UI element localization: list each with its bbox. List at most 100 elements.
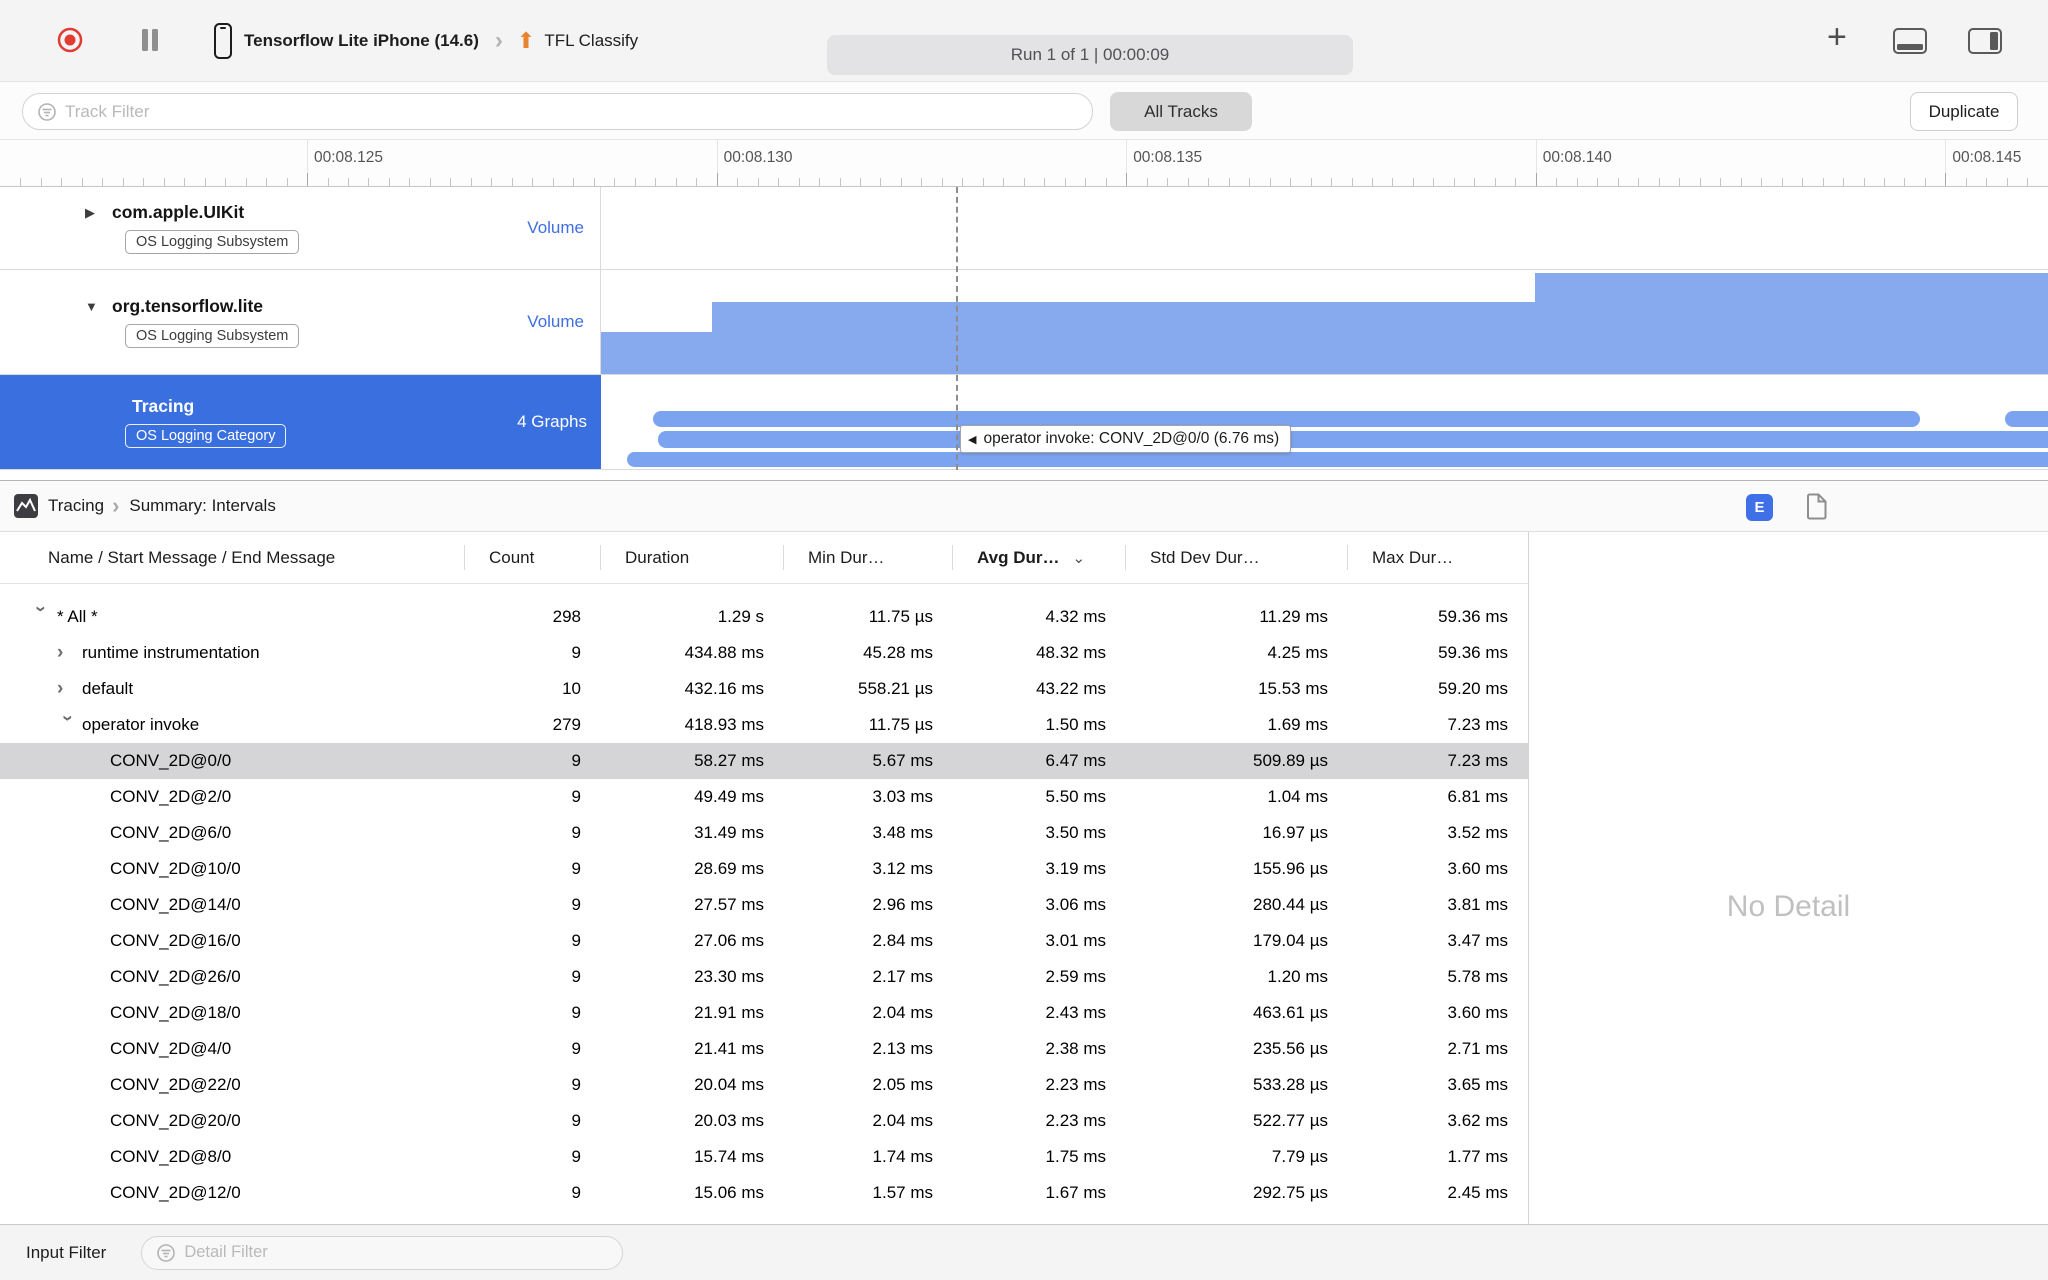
ruler-tick xyxy=(982,178,984,186)
row-value-cell: 463.61 µs xyxy=(1252,1003,1328,1022)
column-header-std-dev-dur[interactable]: Std Dev Dur… xyxy=(1126,532,1348,583)
column-header-avg-dur[interactable]: Avg Dur… ⌄ xyxy=(953,532,1126,583)
table-row[interactable]: › operator invoke 279 418.93 ms 11.75 µs 1.50… xyxy=(0,707,1528,743)
table-row[interactable]: CONV_2D@12/0 9 15.06 ms 1.57 ms 1.67 ms 292.7… xyxy=(0,1175,1528,1211)
table-row[interactable]: CONV_2D@20/0 9 20.03 ms 2.04 ms 2.23 ms 522.7… xyxy=(0,1103,1528,1139)
device-name: Tensorflow Lite iPhone (14.6) xyxy=(244,31,479,50)
ruler-tick xyxy=(225,178,227,186)
track-row-uikit[interactable]: ▶ com.apple.UIKit OS Logging Subsystem V… xyxy=(0,187,2048,270)
interval-bar[interactable] xyxy=(2005,411,2048,427)
column-header-count[interactable]: Count xyxy=(465,532,601,583)
column-header-duration[interactable]: Duration xyxy=(601,532,784,583)
ruler-tick xyxy=(450,178,452,186)
table-row[interactable]: CONV_2D@18/0 9 21.91 ms 2.04 ms 2.43 ms 463.6… xyxy=(0,995,1528,1031)
row-value-cell: 9 xyxy=(571,787,581,806)
document-icon[interactable] xyxy=(1806,493,1828,523)
disclosure-triangle-icon[interactable]: ▶ xyxy=(85,205,112,221)
ruler-tick xyxy=(286,178,288,186)
record-button[interactable] xyxy=(56,26,84,57)
track-canvas-uikit[interactable] xyxy=(601,187,2048,269)
table-row[interactable]: CONV_2D@10/0 9 28.69 ms 3.12 ms 3.19 ms 155.9… xyxy=(0,851,1528,887)
timeline-ruler[interactable]: 00:08.125 00:08.130 00:08.135 00:08.140 00:0… xyxy=(0,140,2048,187)
detail-filter-input[interactable] xyxy=(184,1243,609,1262)
ruler-tick xyxy=(1003,178,1005,186)
row-value-cell: 279 xyxy=(552,715,581,734)
disclosure-triangle-icon[interactable]: ▼ xyxy=(85,299,112,314)
table-header-row: Name / Start Message / End Message Count D… xyxy=(0,532,1528,584)
breadcrumb-root[interactable]: Tracing xyxy=(48,496,104,516)
table-row[interactable]: › default 10 432.16 ms 558.21 µs 43.22 ms 15.5… xyxy=(0,671,1528,707)
table-row[interactable]: CONV_2D@14/0 9 27.57 ms 2.96 ms 3.06 ms 280.4… xyxy=(0,887,1528,923)
ruler-tick xyxy=(143,178,145,186)
playhead-line[interactable] xyxy=(956,187,958,470)
row-value-cell: 2.23 ms xyxy=(1045,1075,1106,1094)
table-row[interactable]: CONV_2D@16/0 9 27.06 ms 2.84 ms 3.01 ms 179.0… xyxy=(0,923,1528,959)
row-value-cell: 27.06 ms xyxy=(694,931,764,950)
column-header-name-start-message-end-message[interactable]: Name / Start Message / End Message xyxy=(0,532,465,583)
table-row[interactable]: › runtime instrumentation 9 434.88 ms 45.28 … xyxy=(0,635,1528,671)
volume-area-step xyxy=(712,302,1535,374)
device-selector[interactable]: Tensorflow Lite iPhone (14.6) xyxy=(212,22,479,60)
ruler-tick xyxy=(655,178,657,186)
disclosure-chevron[interactable]: › xyxy=(56,715,78,740)
add-instrument-button[interactable]: + xyxy=(1827,18,1847,57)
row-value-cell: 298 xyxy=(552,607,581,626)
row-value-cell: 3.19 ms xyxy=(1045,859,1106,878)
right-pane-toggle-icon[interactable] xyxy=(1968,28,2002,57)
row-value-cell: 4.25 ms xyxy=(1267,643,1328,662)
track-canvas-volume[interactable] xyxy=(601,270,2048,374)
target-selector[interactable]: ⬆ TFL Classify xyxy=(517,30,638,52)
table-row[interactable]: CONV_2D@26/0 9 23.30 ms 2.17 ms 2.59 ms 1.20 … xyxy=(0,959,1528,995)
bottom-pane-toggle-icon[interactable] xyxy=(1893,28,1927,57)
track-filter-field[interactable] xyxy=(22,93,1093,130)
track-canvas-tracing[interactable] xyxy=(601,375,2048,469)
row-value-cell: 31.49 ms xyxy=(694,823,764,842)
disclosure-chevron[interactable]: › xyxy=(57,678,82,700)
pause-button[interactable] xyxy=(140,28,160,55)
table-row[interactable]: › * All * 298 1.29 s 11.75 µs 4.32 ms 11.29 ms… xyxy=(0,599,1528,635)
ruler-tick xyxy=(1761,178,1763,186)
table-row[interactable]: CONV_2D@2/0 9 49.49 ms 3.03 ms 5.50 ms 1.04 m… xyxy=(0,779,1528,815)
row-value-cell: 155.96 µs xyxy=(1252,859,1328,878)
detail-filter-field[interactable] xyxy=(141,1235,624,1270)
interval-bar[interactable] xyxy=(627,452,2048,467)
row-name-cell: CONV_2D@6/0 xyxy=(0,815,465,851)
row-value-cell: 1.77 ms xyxy=(1447,1147,1508,1166)
row-value-cell: 1.67 ms xyxy=(1045,1183,1106,1202)
column-header-min-dur[interactable]: Min Dur… xyxy=(784,532,953,583)
table-row[interactable]: CONV_2D@0/0 9 58.27 ms 5.67 ms 6.47 ms 509.89… xyxy=(0,743,1528,779)
row-value-cell: 15.06 ms xyxy=(694,1183,764,1202)
table-row[interactable]: CONV_2D@22/0 9 20.04 ms 2.05 ms 2.23 ms 533.2… xyxy=(0,1067,1528,1103)
interval-bar[interactable] xyxy=(658,431,2048,448)
row-name-cell: CONV_2D@12/0 xyxy=(0,1175,465,1211)
row-value-cell: 3.48 ms xyxy=(872,823,933,842)
track-filter-input[interactable] xyxy=(65,101,1078,122)
column-header-max-dur[interactable]: Max Dur… xyxy=(1348,532,1528,583)
breadcrumb-page[interactable]: Summary: Intervals xyxy=(129,496,275,516)
ruler-tick xyxy=(593,178,595,186)
ruler-tick xyxy=(1453,178,1455,186)
row-value-cell: 21.41 ms xyxy=(694,1039,764,1058)
ruler-tick xyxy=(532,178,534,186)
row-value-cell: 5.67 ms xyxy=(872,751,933,770)
table-row[interactable]: CONV_2D@6/0 9 31.49 ms 3.48 ms 3.50 ms 16.97 … xyxy=(0,815,1528,851)
table-row[interactable]: CONV_2D@8/0 9 15.74 ms 1.74 ms 1.75 ms 7.79 µ… xyxy=(0,1139,1528,1175)
row-value-cell: 1.04 ms xyxy=(1267,787,1328,806)
duplicate-button[interactable]: Duplicate xyxy=(1910,92,2018,131)
row-value-cell: 28.69 ms xyxy=(694,859,764,878)
track-row-tensorflow[interactable]: ▼ org.tensorflow.lite OS Logging Subsyst… xyxy=(0,270,2048,375)
all-tracks-button[interactable]: All Tracks xyxy=(1110,92,1252,131)
row-value-cell: 20.04 ms xyxy=(694,1075,764,1094)
extended-detail-button[interactable]: E xyxy=(1746,494,1773,521)
table-row[interactable]: CONV_2D@4/0 9 21.41 ms 2.13 ms 2.38 ms 235.56… xyxy=(0,1031,1528,1067)
row-name: CONV_2D@4/0 xyxy=(110,1039,232,1058)
disclosure-chevron[interactable]: › xyxy=(57,642,82,664)
track-row-tracing[interactable]: Tracing OS Logging Category 4 Graphs xyxy=(0,375,2048,470)
row-value-cell: 59.36 ms xyxy=(1438,643,1508,662)
ruler-tick xyxy=(1658,178,1660,186)
row-value-cell: 235.56 µs xyxy=(1252,1039,1328,1058)
row-value-cell: 3.60 ms xyxy=(1447,1003,1508,1022)
ruler-tick xyxy=(900,178,902,186)
disclosure-chevron[interactable]: › xyxy=(29,606,51,634)
row-value-cell: 7.79 µs xyxy=(1271,1147,1328,1166)
